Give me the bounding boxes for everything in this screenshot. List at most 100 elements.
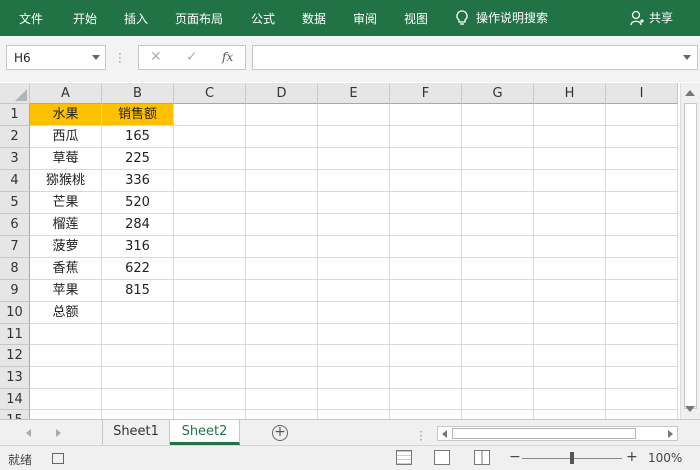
cell-h13[interactable] — [534, 367, 606, 389]
cell-a5[interactable]: 芒果 — [30, 192, 102, 214]
cell-e9[interactable] — [318, 280, 390, 302]
cell-b2[interactable]: 165 — [102, 126, 174, 148]
cell-b3[interactable]: 225 — [102, 148, 174, 170]
horizontal-scrollbar[interactable] — [437, 426, 678, 441]
cell-a6[interactable]: 榴莲 — [30, 214, 102, 236]
cell-e15[interactable] — [318, 410, 390, 419]
cell-i15[interactable] — [606, 410, 678, 419]
cell-g11[interactable] — [462, 324, 534, 345]
cell-f11[interactable] — [390, 324, 462, 345]
cell-b11[interactable] — [102, 324, 174, 345]
sheet-tab-sheet2[interactable]: Sheet2 — [170, 420, 240, 445]
cell-f1[interactable] — [390, 104, 462, 126]
row-header-12[interactable]: 12 — [0, 345, 30, 367]
cell-d10[interactable] — [246, 302, 318, 324]
cell-b1[interactable]: 销售额 — [102, 104, 174, 126]
splitter-dots-icon[interactable]: · · · — [419, 426, 423, 446]
select-all-button[interactable] — [0, 83, 30, 104]
cell-a2[interactable]: 西瓜 — [30, 126, 102, 148]
cell-i12[interactable] — [606, 345, 678, 367]
cell-g6[interactable] — [462, 214, 534, 236]
horizontal-scroll-thumb[interactable] — [452, 428, 636, 439]
tab-file[interactable]: 文件 — [19, 10, 43, 27]
cell-c11[interactable] — [174, 324, 246, 345]
chevron-down-icon[interactable] — [92, 55, 100, 60]
cell-h10[interactable] — [534, 302, 606, 324]
cell-h1[interactable] — [534, 104, 606, 126]
column-header-b[interactable]: B — [102, 83, 174, 104]
column-header-c[interactable]: C — [174, 83, 246, 104]
column-header-i[interactable]: I — [606, 83, 678, 104]
cell-h9[interactable] — [534, 280, 606, 302]
cell-e2[interactable] — [318, 126, 390, 148]
cell-e7[interactable] — [318, 236, 390, 258]
cell-g15[interactable] — [462, 410, 534, 419]
tab-insert[interactable]: 插入 — [124, 10, 148, 27]
cell-i11[interactable] — [606, 324, 678, 345]
expand-formula-icon[interactable] — [683, 55, 691, 60]
column-header-d[interactable]: D — [246, 83, 318, 104]
column-header-f[interactable]: F — [390, 83, 462, 104]
cell-d11[interactable] — [246, 324, 318, 345]
row-header-15[interactable]: 15 — [0, 410, 30, 419]
scroll-left-icon[interactable] — [442, 430, 447, 438]
row-header-10[interactable]: 10 — [0, 302, 30, 324]
zoom-slider-thumb[interactable] — [570, 452, 574, 464]
cell-f14[interactable] — [390, 389, 462, 410]
cancel-icon[interactable]: ✕ — [150, 49, 162, 65]
cell-b13[interactable] — [102, 367, 174, 389]
cell-d15[interactable] — [246, 410, 318, 419]
cell-b5[interactable]: 520 — [102, 192, 174, 214]
scroll-up-icon[interactable] — [685, 90, 695, 96]
cell-h14[interactable] — [534, 389, 606, 410]
share-button[interactable]: 共享 — [630, 9, 673, 26]
zoom-in-button[interactable]: + — [626, 449, 638, 465]
cell-g8[interactable] — [462, 258, 534, 280]
cell-d13[interactable] — [246, 367, 318, 389]
cell-d8[interactable] — [246, 258, 318, 280]
cell-d4[interactable] — [246, 170, 318, 192]
cell-f13[interactable] — [390, 367, 462, 389]
tab-review[interactable]: 审阅 — [353, 10, 377, 27]
cell-f15[interactable] — [390, 410, 462, 419]
cell-a10[interactable]: 总额 — [30, 302, 102, 324]
cell-e6[interactable] — [318, 214, 390, 236]
cell-f10[interactable] — [390, 302, 462, 324]
cell-e14[interactable] — [318, 389, 390, 410]
cell-i7[interactable] — [606, 236, 678, 258]
cell-h3[interactable] — [534, 148, 606, 170]
page-break-view-icon[interactable] — [474, 450, 490, 465]
cell-d7[interactable] — [246, 236, 318, 258]
cell-i13[interactable] — [606, 367, 678, 389]
tell-me-search[interactable]: 操作说明搜索 — [456, 9, 548, 26]
cell-i10[interactable] — [606, 302, 678, 324]
cell-g7[interactable] — [462, 236, 534, 258]
cell-c14[interactable] — [174, 389, 246, 410]
cell-c15[interactable] — [174, 410, 246, 419]
cell-g10[interactable] — [462, 302, 534, 324]
cell-c8[interactable] — [174, 258, 246, 280]
name-box[interactable]: H6 — [6, 45, 106, 70]
cell-b9[interactable]: 815 — [102, 280, 174, 302]
cell-h2[interactable] — [534, 126, 606, 148]
cell-g13[interactable] — [462, 367, 534, 389]
cell-c12[interactable] — [174, 345, 246, 367]
cell-b12[interactable] — [102, 345, 174, 367]
tab-page-layout[interactable]: 页面布局 — [175, 10, 223, 27]
cell-a15[interactable] — [30, 410, 102, 419]
vertical-scrollbar[interactable] — [680, 83, 700, 419]
row-header-9[interactable]: 9 — [0, 280, 30, 302]
cell-h6[interactable] — [534, 214, 606, 236]
cell-d5[interactable] — [246, 192, 318, 214]
row-header-14[interactable]: 14 — [0, 389, 30, 410]
cell-e12[interactable] — [318, 345, 390, 367]
cell-d6[interactable] — [246, 214, 318, 236]
splitter-dots-icon[interactable]: · · · — [118, 48, 122, 68]
cell-i3[interactable] — [606, 148, 678, 170]
cell-f5[interactable] — [390, 192, 462, 214]
tab-formulas[interactable]: 公式 — [251, 10, 275, 27]
cell-g3[interactable] — [462, 148, 534, 170]
row-header-2[interactable]: 2 — [0, 126, 30, 148]
cell-d12[interactable] — [246, 345, 318, 367]
cell-a7[interactable]: 菠萝 — [30, 236, 102, 258]
